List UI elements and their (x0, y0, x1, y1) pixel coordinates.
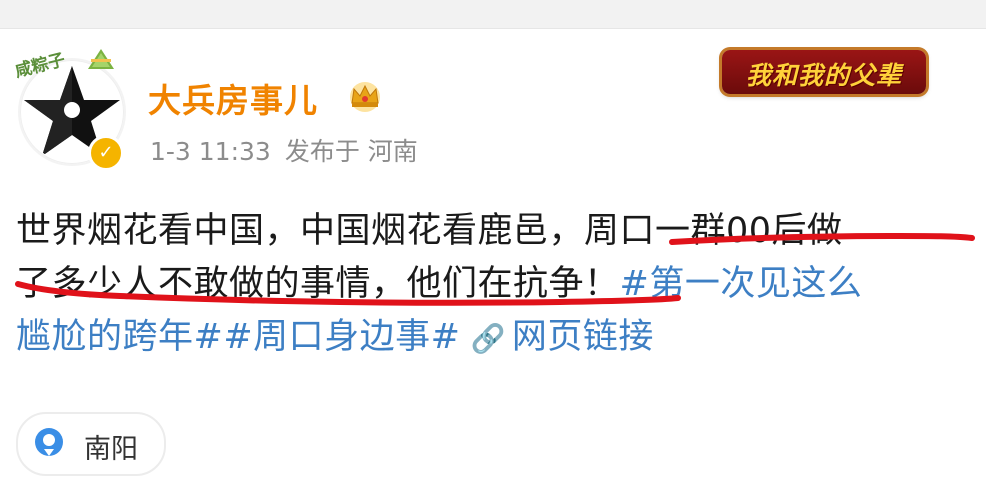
crown-icon[interactable] (346, 79, 384, 113)
web-link[interactable]: 网页链接 (512, 317, 654, 357)
post-time: 1-3 11:33 (150, 137, 271, 166)
post-body: 世界烟花看中国，中国烟花看鹿邑，周口一群00后做 了多少人不敢做的事情，他们在抗… (16, 205, 971, 365)
zongzi-icon (88, 49, 114, 69)
verified-icon: ✓ (88, 135, 124, 171)
campaign-badge-text: 我和我的父辈 (745, 61, 902, 90)
post-line-3: 尴尬的跨年##周口身边事# 🔗 网页链接 (16, 311, 971, 365)
top-divider-bar (0, 0, 986, 29)
username[interactable]: 大兵房事儿 (148, 74, 318, 122)
post-source: 发布于 河南 (284, 137, 418, 166)
post-line-2: 了多少人不敢做的事情，他们在抗争！#第一次见这么 (16, 258, 971, 311)
link-icon: 🔗 (470, 322, 506, 355)
location-pin-icon (35, 428, 63, 456)
post-line-2-text: 了多少人不敢做的事情，他们在抗争！ (16, 264, 620, 304)
location-label: 南阳 (84, 434, 138, 465)
post-meta: 1-3 11:33 发布于 河南 (150, 132, 432, 168)
hashtag-zhoukou[interactable]: 尴尬的跨年##周口身边事# (16, 317, 460, 357)
post-line-1: 世界烟花看中国，中国烟花看鹿邑，周口一群00后做 (16, 211, 843, 251)
hashtag-first-time[interactable]: #第一次见这么 (620, 264, 863, 304)
campaign-badge[interactable]: 我和我的父辈 (722, 50, 926, 94)
location-chip[interactable]: 南阳 (16, 412, 166, 476)
